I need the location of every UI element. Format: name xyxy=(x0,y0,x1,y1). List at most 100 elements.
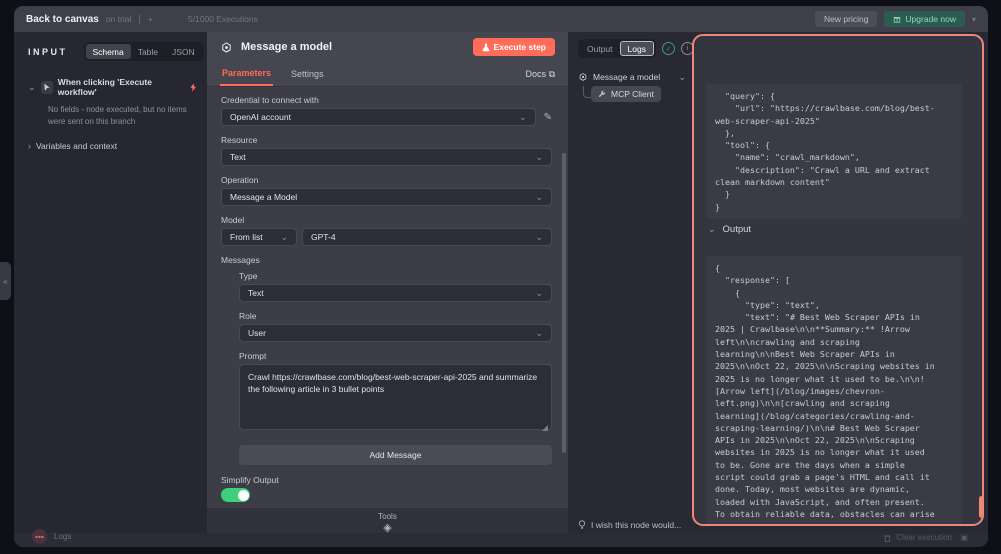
success-status-icon[interactable]: ✓ xyxy=(662,42,675,55)
tab-output[interactable]: Output xyxy=(580,41,620,56)
prompt-input[interactable]: Crawl https://crawlbase.com/blog/best-we… xyxy=(239,364,552,430)
chevron-down-icon[interactable]: ⌄ xyxy=(28,83,36,92)
output-section-header[interactable]: ⌄ Output xyxy=(708,224,751,235)
tab-logs[interactable]: Logs xyxy=(620,41,654,56)
scrollbar-thumb[interactable] xyxy=(562,153,566,453)
node-footer: Tools ◈ xyxy=(207,508,568,533)
logs-node-row[interactable]: Message a model ⌄ xyxy=(578,72,686,82)
main-content: INPUT Schema Table JSON ⌄ When clicking … xyxy=(14,32,988,533)
chevron-down-icon: ⌄ xyxy=(519,112,527,123)
chevron-down-icon: ⌄ xyxy=(280,232,288,243)
input-panel: INPUT Schema Table JSON ⌄ When clicking … xyxy=(14,32,207,533)
resource-select[interactable]: Text⌄ xyxy=(221,148,552,166)
add-message-button[interactable]: Add Message xyxy=(239,445,552,465)
node-parameters-form: Credential to connect with OpenAI accoun… xyxy=(207,87,568,508)
role-label: Role xyxy=(239,311,552,321)
top-bar: Back to canvas on trial | + 5/1000 Execu… xyxy=(14,6,988,32)
model-mode-select[interactable]: From list⌄ xyxy=(221,228,297,246)
add-tag-button[interactable]: + xyxy=(148,14,153,24)
node-header: Message a model Execute step xyxy=(207,32,568,62)
trash-icon xyxy=(884,534,891,542)
gift-icon xyxy=(893,15,901,23)
chevron-down-icon: ⌄ xyxy=(535,232,543,243)
trigger-node-row[interactable]: ⌄ When clicking 'Execute workflow' xyxy=(28,77,197,97)
variables-context-label: Variables and context xyxy=(36,141,117,151)
model-select[interactable]: GPT-4⌄ xyxy=(302,228,552,246)
upgrade-now-button[interactable]: Upgrade now xyxy=(884,11,965,27)
output-logs-area: Output Logs ✓ i Message a model ⌄ MCP Cl… xyxy=(568,32,988,533)
tree-connector xyxy=(583,86,591,98)
input-panel-title: INPUT xyxy=(28,47,68,57)
trigger-node-label: When clicking 'Execute workflow' xyxy=(58,77,186,97)
variables-context-row[interactable]: › Variables and context xyxy=(28,141,197,151)
credential-label: Credential to connect with xyxy=(221,95,552,105)
app-window: Back to canvas on trial | + 5/1000 Execu… xyxy=(14,6,988,547)
role-select[interactable]: User⌄ xyxy=(239,324,552,342)
chevron-down-icon: ⌄ xyxy=(535,152,543,163)
node-title: Message a model xyxy=(241,41,465,53)
footer-logs-label[interactable]: Logs xyxy=(54,532,71,541)
type-label: Type xyxy=(239,271,552,281)
output-logs-switcher: Output Logs xyxy=(578,39,656,58)
no-fields-message: No fields - node executed, but no items … xyxy=(48,104,200,127)
toggle-knob xyxy=(238,490,249,501)
wish-node-prompt[interactable]: I wish this node would... xyxy=(578,520,681,530)
operation-select[interactable]: Message a Model⌄ xyxy=(221,188,552,206)
tab-settings[interactable]: Settings xyxy=(289,64,326,84)
panel-resize-notch[interactable] xyxy=(979,496,984,518)
new-pricing-badge[interactable]: New pricing xyxy=(815,11,877,27)
chevron-down-icon[interactable]: ⌄ xyxy=(708,225,716,234)
tab-parameters[interactable]: Parameters xyxy=(220,63,273,86)
footer-collapse-icon[interactable]: ▣ xyxy=(960,533,968,542)
tab-table[interactable]: Table xyxy=(131,44,165,59)
execute-step-button[interactable]: Execute step xyxy=(473,38,555,56)
openai-icon xyxy=(578,72,588,82)
tools-label: Tools xyxy=(207,512,568,521)
topbar-divider: | xyxy=(138,14,141,25)
chevron-right-icon[interactable]: › xyxy=(28,142,31,151)
logs-node-label: Message a model xyxy=(593,72,660,82)
trigger-node-icon xyxy=(41,81,53,94)
input-view-switcher: Schema Table JSON xyxy=(84,42,204,61)
credential-select[interactable]: OpenAI account⌄ xyxy=(221,108,536,126)
output-code-bottom: { "response": [ { "type": "text", "text"… xyxy=(706,256,962,526)
flask-icon xyxy=(482,43,490,52)
chevron-down-icon: ⌄ xyxy=(535,192,543,203)
edit-credential-icon[interactable]: ✎ xyxy=(544,112,552,123)
simplify-output-toggle[interactable] xyxy=(221,488,250,502)
resource-label: Resource xyxy=(221,135,552,145)
resize-handle[interactable]: ◢ xyxy=(542,423,548,432)
messages-label: Messages xyxy=(221,255,552,265)
openai-icon xyxy=(220,41,233,54)
footer-bar xyxy=(14,533,988,547)
node-tabs: Parameters Settings Docs ⧉ xyxy=(207,62,568,87)
trial-label: on trial xyxy=(106,14,132,24)
type-select[interactable]: Text⌄ xyxy=(239,284,552,302)
output-section-label: Output xyxy=(723,224,752,235)
external-link-icon: ⧉ xyxy=(549,69,555,79)
highlighted-output-panel[interactable]: "query": { "url": "https://crawlbase.com… xyxy=(692,34,984,526)
chevron-down-icon: ⌄ xyxy=(535,288,543,299)
chevron-down-icon[interactable]: ▾ xyxy=(972,15,976,24)
clear-execution-button[interactable]: Clear execution xyxy=(884,533,952,542)
logs-tree: Message a model ⌄ MCP Client xyxy=(578,72,686,102)
tool-icon xyxy=(598,90,606,98)
chevron-down-icon[interactable]: ⌄ xyxy=(678,73,686,82)
logs-child-label: MCP Client xyxy=(611,89,654,99)
node-detail-panel: Message a model Execute step Parameters … xyxy=(207,32,568,533)
docs-link[interactable]: Docs ⧉ xyxy=(526,69,555,80)
chevron-down-icon: ⌄ xyxy=(535,328,543,339)
model-label: Model xyxy=(221,215,552,225)
tab-schema[interactable]: Schema xyxy=(86,44,131,59)
lightbulb-icon xyxy=(578,520,586,530)
n8n-logo[interactable] xyxy=(32,529,47,544)
panel-collapse-handle[interactable]: « xyxy=(0,262,11,300)
logs-child-row[interactable]: MCP Client xyxy=(591,86,661,102)
tab-json[interactable]: JSON xyxy=(165,44,202,59)
executions-counter: 5/1000 Executions xyxy=(188,14,258,24)
back-to-canvas-button[interactable]: Back to canvas xyxy=(26,14,99,25)
lightning-icon xyxy=(190,83,197,92)
prompt-label: Prompt xyxy=(239,351,552,361)
simplify-output-label: Simplify Output xyxy=(221,475,552,485)
operation-label: Operation xyxy=(221,175,552,185)
